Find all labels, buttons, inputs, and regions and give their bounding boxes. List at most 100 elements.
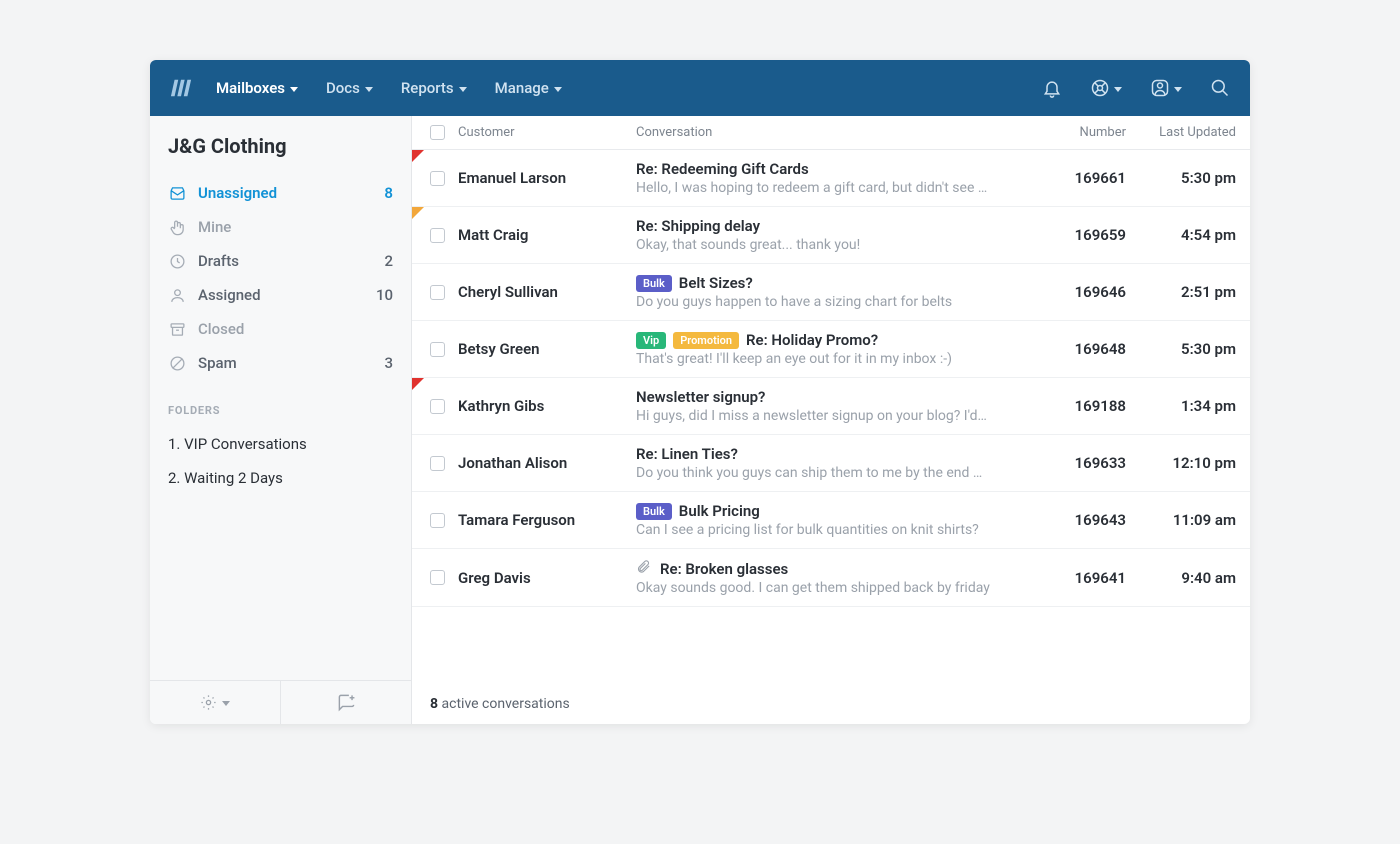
row-checkbox[interactable] [416, 570, 458, 585]
conversation-preview: Okay sounds good. I can get them shipped… [636, 580, 990, 596]
sidebar-item-unassigned[interactable]: Unassigned8 [150, 176, 411, 210]
conversation-preview: Hi guys, did I miss a newsletter signup … [636, 408, 990, 424]
mailbox-title: J&G Clothing [150, 134, 411, 176]
sidebar-item-label: Assigned [198, 286, 364, 304]
customer-name: Greg Davis [458, 569, 636, 587]
nav-item-mailboxes[interactable]: Mailboxes [216, 79, 298, 97]
conversation-cell: Re: Redeeming Gift CardsHello, I was hop… [636, 160, 1030, 196]
conversation-list: Emanuel LarsonRe: Redeeming Gift CardsHe… [412, 150, 1250, 684]
attachment-icon [636, 559, 651, 578]
chevron-down-icon [365, 87, 373, 92]
row-checkbox[interactable] [416, 513, 458, 528]
conversation-subject: Re: Shipping delay [636, 217, 760, 235]
tag-bulk: Bulk [636, 275, 672, 292]
app-frame: Mailboxes Docs Reports Manage J&G Clothing [150, 60, 1250, 724]
tag-promo: Promotion [673, 332, 739, 349]
conversation-subject: Re: Broken glasses [660, 560, 788, 578]
column-customer[interactable]: Customer [458, 125, 636, 140]
column-last-updated[interactable]: Last Updated [1126, 125, 1236, 140]
nav-item-reports[interactable]: Reports [401, 79, 467, 97]
conversation-row[interactable]: Emanuel LarsonRe: Redeeming Gift CardsHe… [412, 150, 1250, 207]
conversation-preview: Do you guys happen to have a sizing char… [636, 294, 990, 310]
folder-item[interactable]: 1. VIP Conversations [150, 427, 411, 461]
sidebar-item-closed[interactable]: Closed [150, 312, 411, 346]
nav-items: Mailboxes Docs Reports Manage [216, 79, 1042, 97]
topbar-right [1042, 78, 1230, 98]
conversation-time: 1:34 pm [1126, 397, 1236, 415]
conversation-number: 169643 [1030, 511, 1126, 529]
conversation-row[interactable]: Betsy GreenVipPromotionRe: Holiday Promo… [412, 321, 1250, 378]
conversation-preview: Can I see a pricing list for bulk quanti… [636, 522, 990, 538]
hand-icon [168, 218, 186, 236]
row-checkbox[interactable] [416, 285, 458, 300]
sidebar-item-label: Unassigned [198, 184, 372, 202]
sidebar-item-count: 3 [384, 354, 393, 372]
sidebar-item-label: Spam [198, 354, 372, 372]
conversation-cell: VipPromotionRe: Holiday Promo?That's gre… [636, 331, 1030, 367]
app-logo[interactable] [170, 77, 192, 99]
conversation-cell: Bulk Belt Sizes? Do you guys happen to hav… [636, 274, 1030, 310]
row-checkbox[interactable] [416, 342, 458, 357]
block-icon [168, 354, 186, 372]
conversation-row[interactable]: Tamara FergusonBulkBulk PricingCan I see… [412, 492, 1250, 549]
row-checkbox[interactable] [416, 228, 458, 243]
sidebar-item-mine[interactable]: Mine [150, 210, 411, 244]
sidebar-footer [150, 680, 411, 724]
search-icon[interactable] [1210, 78, 1230, 98]
conversation-summary: 8 active conversations [412, 684, 1250, 724]
sidebar-content: J&G Clothing Unassigned8MineDrafts2Assig… [150, 116, 411, 680]
conversation-time: 2:51 pm [1126, 283, 1236, 301]
profile-icon[interactable] [1150, 78, 1182, 98]
priority-flag-orange [412, 207, 424, 219]
file-icon [168, 252, 186, 270]
notifications-icon[interactable] [1042, 78, 1062, 98]
conversation-number: 169659 [1030, 226, 1126, 244]
conversation-time: 9:40 am [1126, 569, 1236, 587]
conversation-row[interactable]: Matt CraigRe: Shipping delayOkay, that s… [412, 207, 1250, 264]
conversation-preview: Okay, that sounds great... thank you! [636, 237, 990, 253]
conversation-row[interactable]: Jonathan AlisonRe: Linen Ties?Do you thi… [412, 435, 1250, 492]
customer-name: Tamara Ferguson [458, 511, 636, 529]
folder-item[interactable]: 2. Waiting 2 Days [150, 461, 411, 495]
conversation-time: 5:30 pm [1126, 169, 1236, 187]
select-all-checkbox[interactable] [416, 125, 458, 140]
chevron-down-icon [459, 87, 467, 92]
nav-item-docs[interactable]: Docs [326, 79, 373, 97]
column-number[interactable]: Number [1030, 125, 1126, 140]
sidebar-item-label: Mine [198, 218, 393, 236]
conversation-subject: Belt Sizes? [679, 274, 753, 292]
customer-name: Kathryn Gibs [458, 397, 636, 415]
conversation-cell: Newsletter signup? Hi guys, did I miss a … [636, 388, 1030, 424]
help-icon[interactable] [1090, 78, 1122, 98]
column-conversation[interactable]: Conversation [636, 125, 1030, 140]
priority-flag-red [412, 378, 424, 390]
chevron-down-icon [222, 701, 230, 706]
summary-label: active conversations [442, 696, 570, 712]
nav-item-manage[interactable]: Manage [495, 79, 562, 97]
conversation-time: 4:54 pm [1126, 226, 1236, 244]
conversation-subject: Re: Linen Ties? [636, 445, 738, 463]
tag-vip: Vip [636, 332, 666, 349]
main-area: J&G Clothing Unassigned8MineDrafts2Assig… [150, 116, 1250, 724]
customer-name: Emanuel Larson [458, 169, 636, 187]
conversation-row[interactable]: Cheryl SullivanBulkBelt Sizes?Do you guy… [412, 264, 1250, 321]
settings-button[interactable] [150, 681, 281, 724]
conversation-subject: Newsletter signup? [636, 388, 765, 406]
conversation-row[interactable]: Greg Davis Re: Broken glasses Okay sounds … [412, 549, 1250, 607]
sidebar-item-count: 2 [384, 252, 393, 270]
conversation-cell: Re: Shipping delay Okay, that sounds grea… [636, 217, 1030, 253]
chevron-down-icon [554, 87, 562, 92]
conversation-number: 169188 [1030, 397, 1126, 415]
row-checkbox[interactable] [416, 456, 458, 471]
conversation-number: 169648 [1030, 340, 1126, 358]
row-checkbox[interactable] [416, 171, 458, 186]
conversation-preview: Do you think you guys can ship them to m… [636, 465, 990, 481]
conversation-number: 169646 [1030, 283, 1126, 301]
row-checkbox[interactable] [416, 399, 458, 414]
sidebar-item-spam[interactable]: Spam 3 [150, 346, 411, 380]
sidebar-item-drafts[interactable]: Drafts2 [150, 244, 411, 278]
compose-button[interactable] [281, 681, 411, 724]
conversation-row[interactable]: Kathryn GibsNewsletter signup? Hi guys, d… [412, 378, 1250, 435]
conversation-cell: Re: Linen Ties? Do you think you guys can… [636, 445, 1030, 481]
sidebar-item-assigned[interactable]: Assigned10 [150, 278, 411, 312]
